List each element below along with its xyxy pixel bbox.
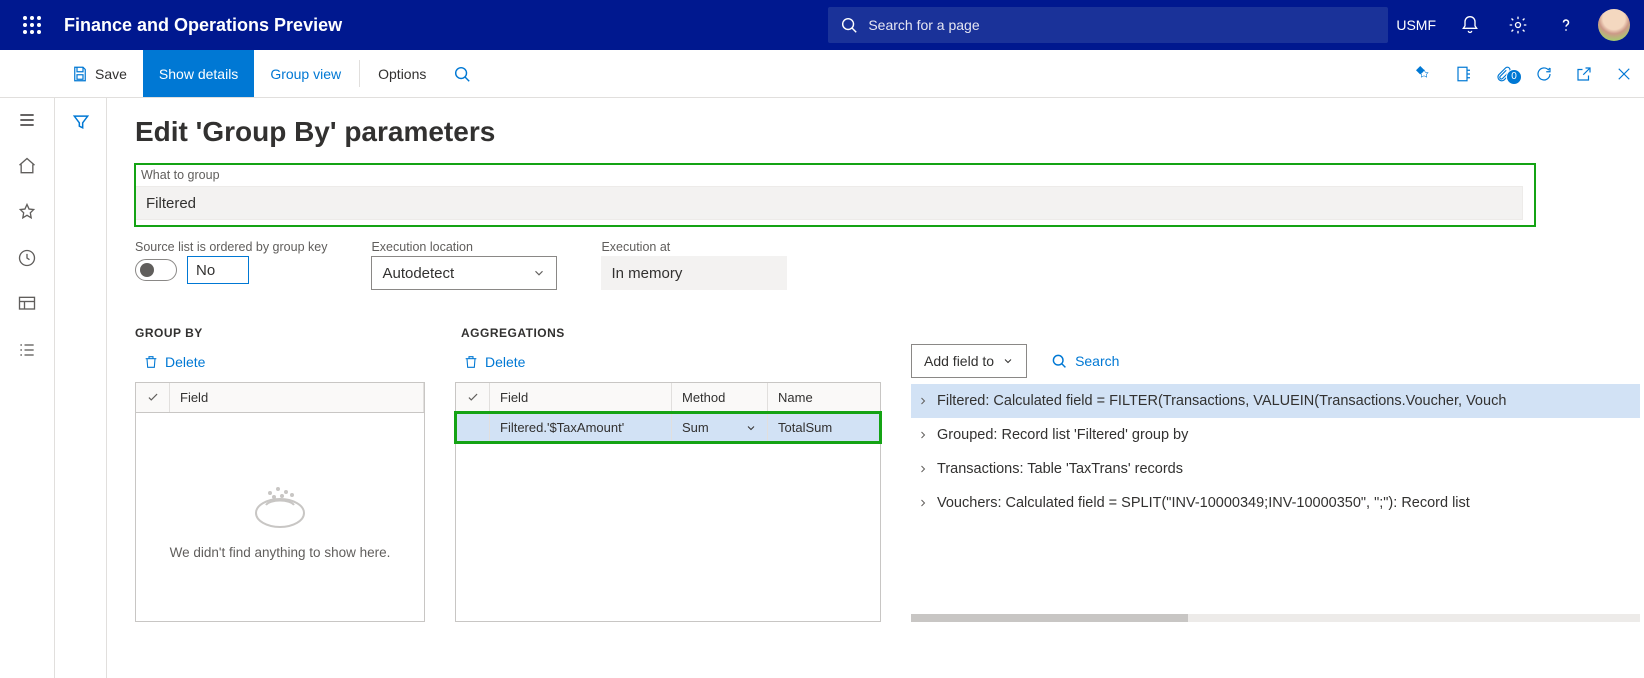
- close-button[interactable]: [1604, 65, 1644, 83]
- caret-right-icon[interactable]: [917, 429, 937, 441]
- notifications-icon[interactable]: [1448, 1, 1492, 49]
- app-title: Finance and Operations Preview: [64, 15, 342, 36]
- aggregations-grid: Field Method Name Filtered.'$TaxAmount' …: [455, 382, 881, 622]
- exec-at-label: Execution at: [601, 240, 787, 254]
- caret-right-icon[interactable]: [917, 395, 937, 407]
- caret-right-icon[interactable]: [917, 497, 937, 509]
- what-to-group-input[interactable]: Filtered: [135, 186, 1523, 220]
- attachments-button[interactable]: 0: [1484, 65, 1524, 83]
- page-title: Edit 'Group By' parameters: [135, 116, 1644, 148]
- recent-icon[interactable]: [17, 248, 37, 268]
- scrollbar-thumb[interactable]: [911, 614, 1188, 622]
- show-details-button[interactable]: Show details: [143, 50, 254, 97]
- add-field-to-button[interactable]: Add field to: [911, 344, 1027, 378]
- left-nav-rail: [0, 98, 55, 678]
- groupby-section-header: GROUP BY: [135, 326, 425, 340]
- search-placeholder: Search for a page: [868, 17, 979, 33]
- caret-right-icon[interactable]: [917, 463, 937, 475]
- groupby-grid: Field We didn't find anything to show he…: [135, 382, 425, 622]
- source-ordered-label: Source list is ordered by group key: [135, 240, 327, 254]
- agg-field-cell[interactable]: Filtered.'$TaxAmount': [490, 413, 672, 442]
- app-launcher-icon[interactable]: [8, 1, 56, 49]
- agg-field-header[interactable]: Field: [490, 383, 672, 412]
- aggregations-delete-button[interactable]: Delete: [455, 350, 533, 374]
- help-icon[interactable]: [1544, 1, 1588, 49]
- add-field-to-label: Add field to: [924, 353, 994, 369]
- datasource-search-button[interactable]: Search: [1051, 353, 1119, 369]
- action-pane: Save Show details Group view Options 0: [0, 50, 1644, 98]
- tree-item-label: Grouped: Record list 'Filtered' group by: [937, 427, 1188, 443]
- search-icon: [840, 16, 858, 34]
- horizontal-scrollbar[interactable]: [911, 614, 1640, 622]
- save-label: Save: [95, 66, 127, 82]
- empty-box-icon: [248, 475, 312, 531]
- tree-item-label: Filtered: Calculated field = FILTER(Tran…: [937, 393, 1506, 409]
- filter-rail: [55, 98, 107, 678]
- groupby-field-header[interactable]: Field: [170, 383, 424, 412]
- agg-method-cell[interactable]: Sum: [672, 413, 768, 442]
- exec-location-value: Autodetect: [382, 265, 454, 282]
- personalize-icon[interactable]: [1404, 65, 1444, 83]
- global-search-input[interactable]: Search for a page: [828, 7, 1388, 43]
- refresh-icon[interactable]: [1524, 65, 1564, 83]
- group-view-button[interactable]: Group view: [254, 50, 357, 97]
- agg-method-value: Sum: [682, 420, 709, 435]
- save-icon: [71, 65, 89, 83]
- exec-location-label: Execution location: [371, 240, 557, 254]
- user-avatar[interactable]: [1592, 1, 1636, 49]
- delete-label: Delete: [165, 354, 205, 370]
- groupby-check-header[interactable]: [136, 383, 170, 412]
- agg-row-marker[interactable]: [456, 413, 490, 442]
- aggregations-row[interactable]: Filtered.'$TaxAmount' Sum TotalSum: [456, 413, 880, 442]
- trash-icon: [463, 354, 479, 370]
- agg-name-header[interactable]: Name: [768, 383, 880, 412]
- hamburger-icon[interactable]: [17, 110, 37, 130]
- agg-name-cell[interactable]: TotalSum: [768, 413, 880, 442]
- delete-label: Delete: [485, 354, 525, 370]
- agg-method-header[interactable]: Method: [672, 383, 768, 412]
- save-button[interactable]: Save: [55, 50, 143, 97]
- popout-icon[interactable]: [1564, 65, 1604, 83]
- datasource-tree: Filtered: Calculated field = FILTER(Tran…: [911, 384, 1640, 520]
- search-label: Search: [1075, 353, 1119, 369]
- trash-icon: [143, 354, 159, 370]
- favorites-icon[interactable]: [17, 202, 37, 222]
- options-button[interactable]: Options: [362, 50, 442, 97]
- attachments-count-badge: 0: [1506, 69, 1522, 85]
- workspace: Edit 'Group By' parameters What to group…: [0, 98, 1644, 678]
- exec-location-select[interactable]: Autodetect: [371, 256, 557, 290]
- source-ordered-toggle[interactable]: [135, 259, 177, 281]
- workspaces-icon[interactable]: [17, 294, 37, 314]
- agg-check-header[interactable]: [456, 383, 490, 412]
- aggregations-section-header: AGGREGATIONS: [455, 326, 881, 340]
- tree-item-label: Vouchers: Calculated field = SPLIT("INV-…: [937, 495, 1470, 511]
- groupby-empty-state: We didn't find anything to show here.: [136, 413, 424, 621]
- tree-item-filtered[interactable]: Filtered: Calculated field = FILTER(Tran…: [911, 384, 1640, 418]
- home-icon[interactable]: [17, 156, 37, 176]
- tree-item-transactions[interactable]: Transactions: Table 'TaxTrans' records: [911, 452, 1640, 486]
- main-content: Edit 'Group By' parameters What to group…: [107, 98, 1644, 678]
- filter-icon[interactable]: [71, 112, 91, 678]
- tree-item-label: Transactions: Table 'TaxTrans' records: [937, 461, 1183, 477]
- tree-item-grouped[interactable]: Grouped: Record list 'Filtered' group by: [911, 418, 1640, 452]
- what-to-group-value: Filtered: [146, 195, 196, 212]
- find-icon[interactable]: [442, 50, 482, 97]
- company-picker[interactable]: USMF: [1388, 17, 1444, 33]
- chevron-down-icon: [532, 266, 546, 280]
- chevron-down-icon: [745, 422, 757, 434]
- chevron-down-icon: [1002, 355, 1014, 367]
- modules-icon[interactable]: [17, 340, 37, 360]
- exec-at-value: In memory: [601, 256, 787, 290]
- search-icon: [1051, 353, 1067, 369]
- groupby-delete-button[interactable]: Delete: [135, 350, 213, 374]
- global-navbar: Finance and Operations Preview Search fo…: [0, 0, 1644, 50]
- groupby-empty-text: We didn't find anything to show here.: [170, 545, 391, 560]
- what-to-group-label: What to group: [141, 168, 1529, 182]
- open-pane-icon[interactable]: [1444, 65, 1484, 83]
- tree-item-vouchers[interactable]: Vouchers: Calculated field = SPLIT("INV-…: [911, 486, 1640, 520]
- settings-icon[interactable]: [1496, 1, 1540, 49]
- source-ordered-value[interactable]: No: [187, 256, 249, 284]
